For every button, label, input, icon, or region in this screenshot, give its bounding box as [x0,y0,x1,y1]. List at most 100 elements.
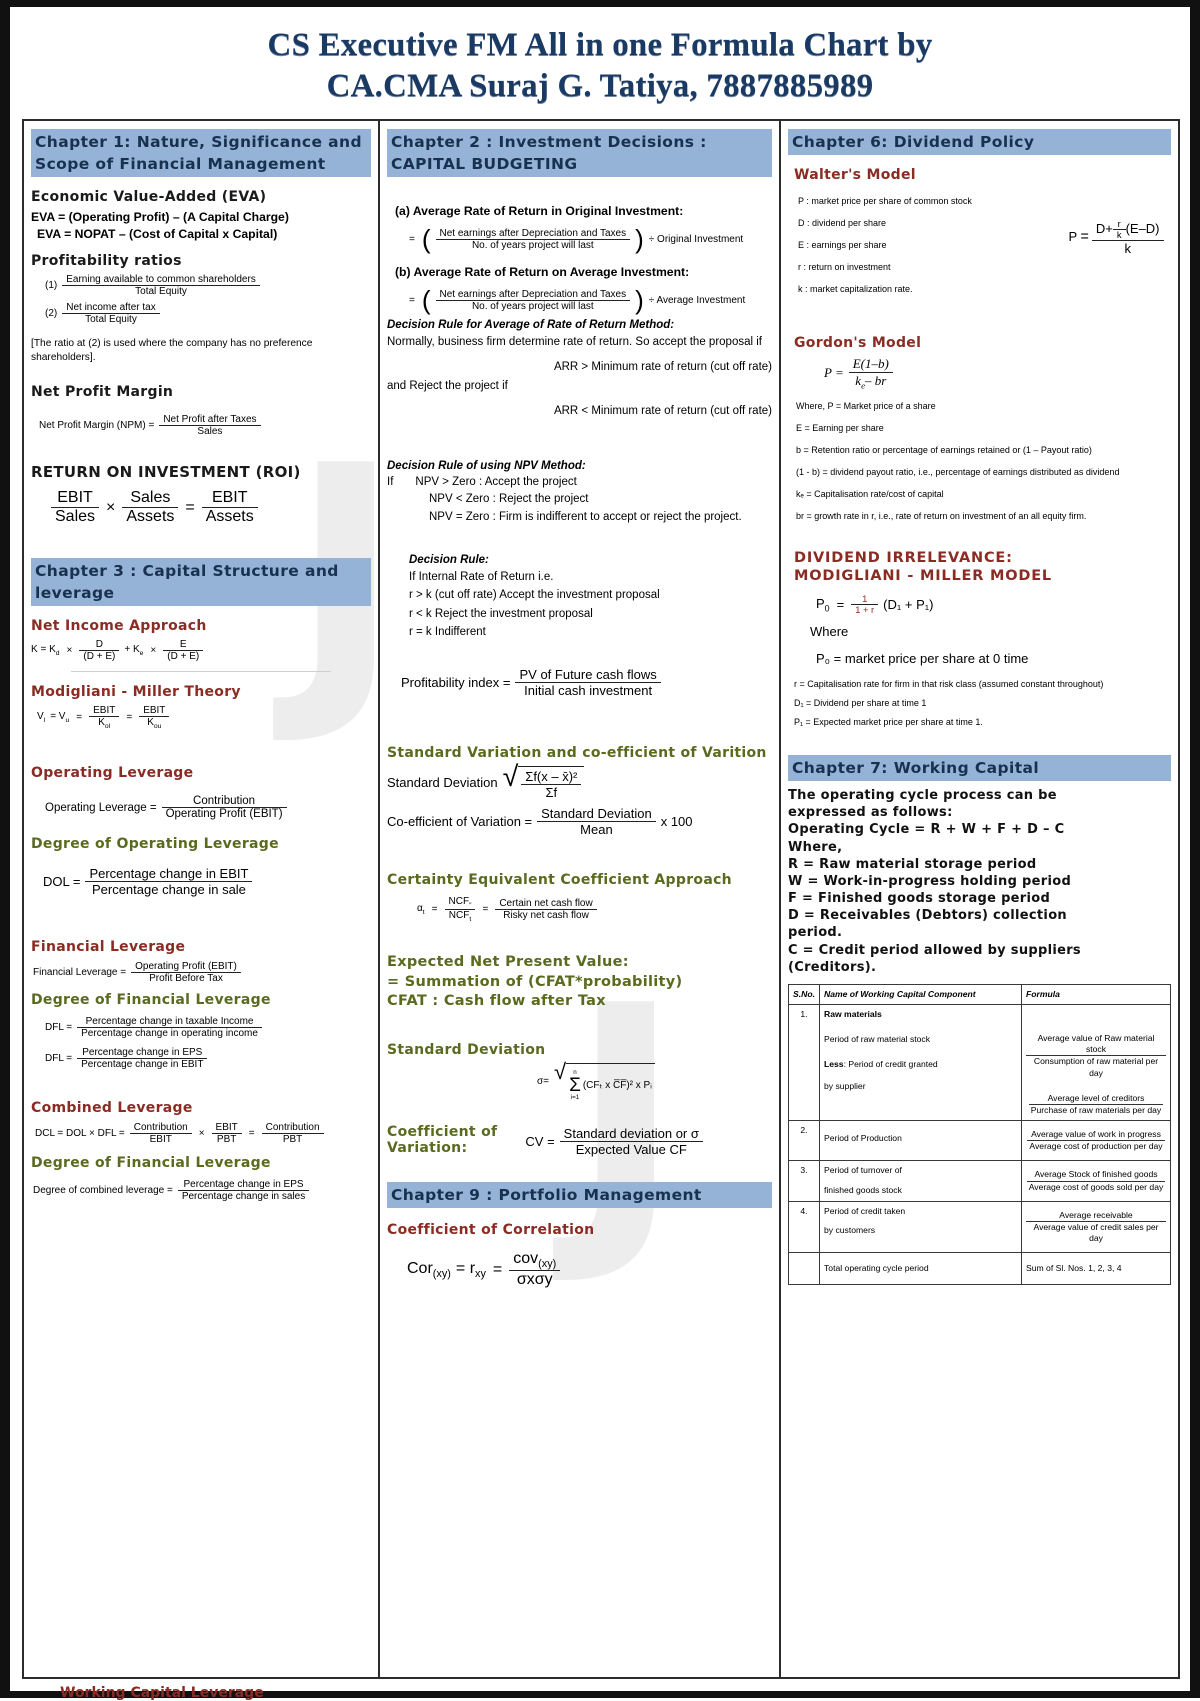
row4-component-line-0: Period of credit taken [824,1205,906,1216]
th-formula: Formula [1021,983,1171,1006]
cor-den: σxσy [516,1271,553,1289]
walter-def-1: D : dividend per share [798,217,887,228]
row1-formula-2: Average level of creditors Purchase of r… [1028,1093,1164,1116]
divider-1 [71,671,331,673]
walter-f-r: r [1112,219,1126,230]
wc-intro-9: C = Credit period allowed by suppliers [788,942,1081,958]
dcl2-num: Percentage change in EPS [177,1179,310,1192]
arr-a-paren-close: ) [635,223,644,254]
sd-den: Σf [545,784,558,800]
sd-lhs: Standard Deviation [387,775,498,791]
roi-f3-den: Assets [205,508,254,526]
cv2-heading-line-1: Coefficient of [387,1124,498,1141]
standard-deviation-2-heading: Standard Deviation [387,1041,546,1058]
sum-lower-limit: i=1 [570,1093,580,1101]
row2-formula: Average value of work in progress Averag… [1021,1120,1171,1162]
table-row: 1. Raw materials Period of raw material … [788,1004,1171,1122]
roi-f2-den: Assets [126,508,175,526]
mm-def-1: D₁ = Dividend per share at time 1 [794,698,927,709]
dcl-lhs: DCL = DOL × DFL = [35,1128,125,1140]
ratio-2-label: (2) [45,307,58,319]
arr-b-fraction: Net earnings after Depreciation and Taxe… [435,289,631,312]
dol-fraction: Percentage change in EBIT Percentage cha… [85,866,253,897]
ratio-1-numerator: Earning available to common shareholders [62,274,260,286]
gordon-den: ke– br [855,373,887,391]
dcl-op-1: × [198,1128,205,1140]
table-row: 3. Period of turnover of finished goods … [788,1160,1171,1202]
arr-b-paren-close: ) [635,284,644,315]
eva-line-2: EVA = NOPAT – (Cost of Capital x Capital… [37,226,278,241]
dcl-f2-num: EBIT [211,1122,242,1135]
cv2-heading-line-2: Variation: [387,1140,468,1157]
table-row: 4. Period of credit taken by customers A… [788,1200,1171,1254]
coefficient-variation-2-block: Coefficient of Variation: CV = Standard … [387,1124,772,1162]
column-3: Chapter 6: Dividend Policy Walter's Mode… [781,121,1178,1677]
formula-chart-page: J J CS Executive FM All in one Formula C… [0,0,1200,1701]
roi-f1-den: Sales [55,508,96,526]
ol-lhs: Operating Leverage = [45,801,157,814]
nia-times-2: × [150,645,157,657]
combined-leverage-formula: DCL = DOL × DFL = Contribution EBIT × EB… [35,1122,371,1145]
row1-f1-num: Average value of Raw material stock [1026,1033,1166,1057]
nia-lhs: K = Kd [31,644,60,658]
pi-num: PV of Future cash flows [515,667,661,683]
pi-lhs: Profitability index = [401,674,511,690]
wc-intro-3: Where, [788,839,843,855]
irr-line-4: r = k Indifferent [409,626,486,639]
row4-component: Period of credit taken by customers [819,1200,1022,1254]
ce-f1-den: NCFt [448,909,472,923]
npm-denominator: Sales [197,426,223,438]
standard-deviation-formula: Standard Deviation √ Σf(x – x̄)² Σf [387,763,772,800]
profitability-heading: Profitability ratios [31,252,182,269]
row4-sno: 4. [788,1200,820,1254]
row4-formula-1: Average receivable Average value of cred… [1026,1210,1166,1245]
cv-tail: x 100 [660,813,693,829]
radical-sign-icon: √ [554,1058,567,1084]
walter-f-D: D+ [1095,220,1113,236]
row3-formula-1: Average Stock of finished goods Average … [1026,1169,1166,1192]
arr-a-fraction: Net earnings after Depreciation and Taxe… [435,228,631,251]
roi-heading: RETURN ON INVESTMENT (ROI) [31,463,301,482]
gordon-def-2: b = Retention ratio or percentage of ear… [796,444,1092,455]
working-capital-leverage-footer: Working Capital Leverage [60,1684,264,1701]
row1-formula: Average value of Raw material stock Cons… [1021,1004,1171,1122]
mm-f1-den: Kol [98,717,111,731]
irr-line-2: r > k (cut off rate) Accept the investme… [409,589,660,602]
row4-f1-num: Average receivable [1026,1210,1166,1222]
arr-b-paren-open: ( [421,284,431,315]
cv2-num: Standard deviation or σ [559,1126,703,1143]
npm-fraction: Net Profit after Taxes Sales [159,414,261,438]
operating-leverage-formula: Operating Leverage = Contribution Operat… [45,795,371,820]
dfl-1-lhs: DFL = [45,1022,73,1034]
walter-def-3: r : return on investment [798,261,891,272]
arr-rule-line-2: ARR > Minimum rate of return (cut off ra… [553,361,772,374]
mm-theory-heading: Modigliani - Miller Theory [31,684,241,701]
arr-a-num: Net earnings after Depreciation and Taxe… [435,228,631,240]
chapter2-header: Chapter 2 : Investment Decisions : CAPIT… [387,128,772,177]
arr-a-formula: = ( Net earnings after Depreciation and … [407,223,772,254]
dfl-1-den: Percentage change in operating income [81,1028,258,1040]
correlation-heading: Coefficient of Correlation [387,1222,595,1239]
roi-fraction-2: Sales Assets [122,489,179,526]
arr-b-formula: = ( Net earnings after Depreciation and … [407,284,772,315]
cor-eq-1: = rxy [455,1259,486,1280]
row5-component: Total operating cycle period [819,1252,1022,1286]
sd-radical: √ Σf(x – x̄)² Σf [503,763,585,800]
combined-leverage-heading: Combined Leverage [31,1100,193,1117]
npv-line-1: NPV > Zero : Accept the project [415,475,577,488]
correlation-formula: Cor(xy) = rxy = cov(xy) σxσy [407,1250,772,1289]
title-line-2: CA.CMA Suraj G. Tatiya, 7887885989 [326,67,874,104]
sd2-radical: √ n Σ i=1 (CFₜ x C̅F̅)² x Pᵢ [554,1058,655,1101]
row1-component-line-1: Less: Period of credit granted [824,1059,938,1070]
ratio-2-fraction: Net income after tax Total Equity [62,302,160,325]
dcl-f3-den: PBT [282,1134,303,1146]
operating-leverage-heading: Operating Leverage [31,765,194,782]
dfl-2-fraction: Percentage change in EPS Percentage chan… [77,1047,208,1070]
profitability-ratio-2: (2) Net income after tax Total Equity [45,302,371,325]
arr-rule-line-1: Normally, business firm determine rate o… [387,335,762,348]
ol-fraction: Contribution Operating Profit (EBIT) [161,795,287,820]
arr-a-tail: ÷ Original Investment [648,233,744,245]
dol-num: Percentage change in EBIT [85,866,253,883]
nia-f1-num: D [79,639,120,652]
irr-rule-heading: Decision Rule: [409,553,489,566]
